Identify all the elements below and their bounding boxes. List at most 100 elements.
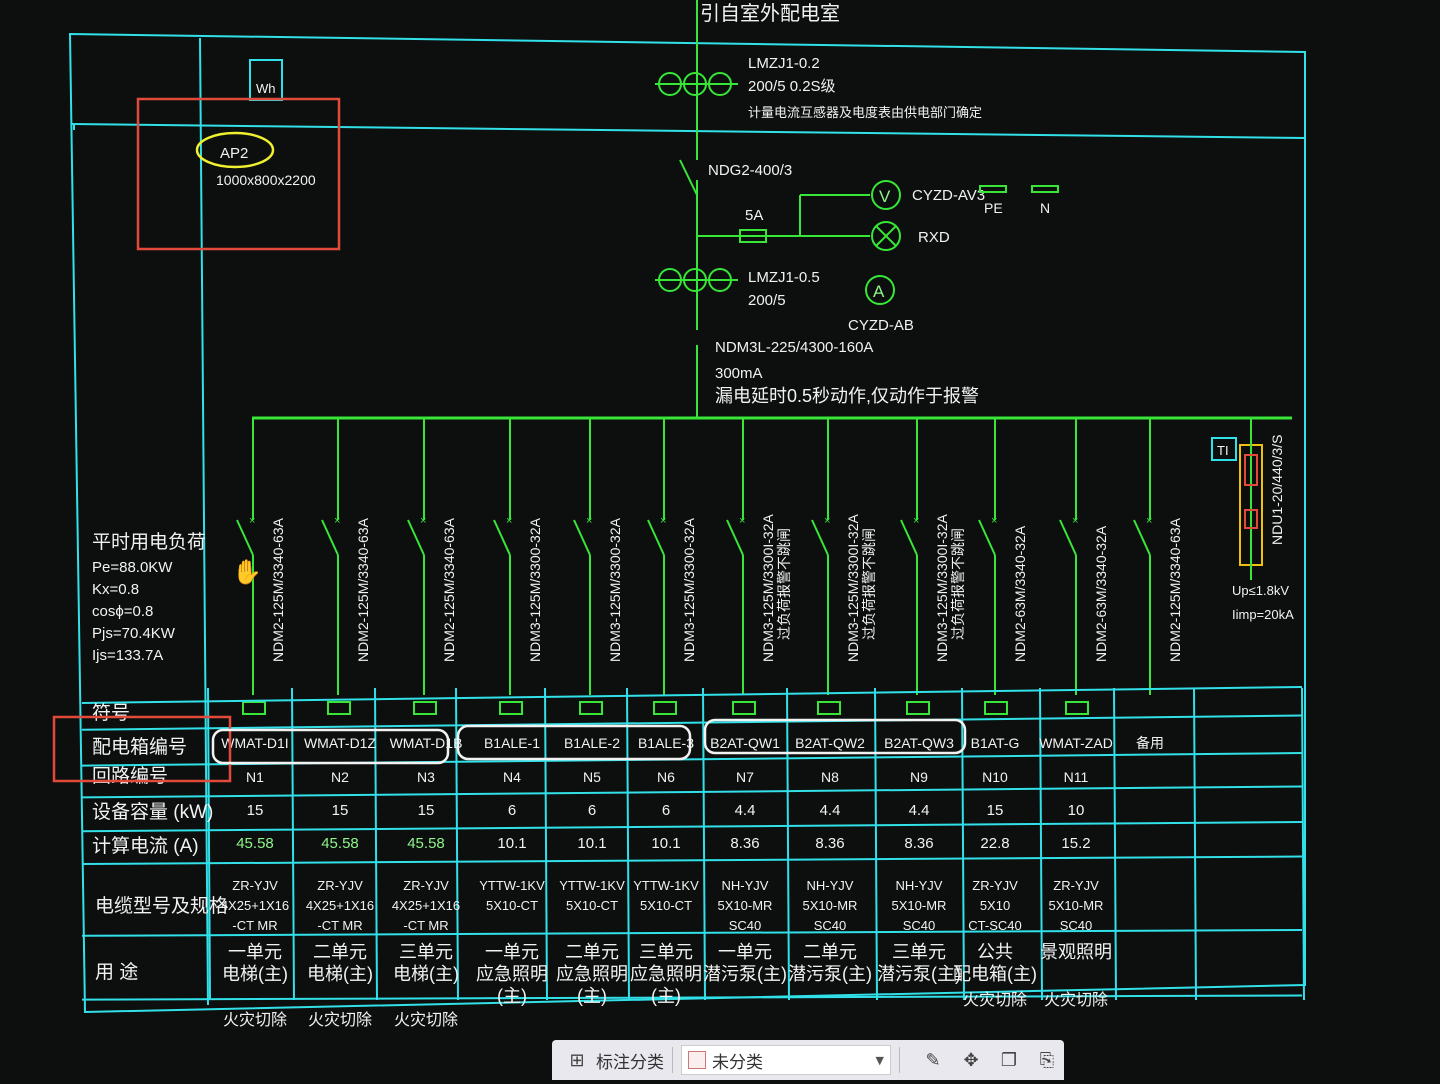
row-label-current: 计算电流 (A) bbox=[92, 835, 199, 857]
cell-use: (主) bbox=[577, 986, 607, 1006]
cell-use: 电梯(主) bbox=[307, 964, 373, 984]
cell-circuit-no: N6 bbox=[657, 769, 675, 785]
ct-bottom-rating: 200/5 bbox=[748, 292, 786, 309]
voltmeter-model: CYZD-AV3 bbox=[912, 187, 985, 204]
cell-use: 电梯(主) bbox=[222, 964, 288, 984]
move-icon[interactable]: ✥ bbox=[958, 1047, 984, 1073]
cell-circuit-no: N3 bbox=[417, 769, 435, 785]
branch-breaker-model: NDM3-125M/3300I-32A bbox=[760, 513, 776, 662]
branch-cross-mark: × bbox=[660, 515, 666, 527]
grid-icon[interactable]: ⊞ bbox=[564, 1047, 590, 1073]
cell-capacity: 15 bbox=[332, 802, 349, 819]
branch-symbol-box bbox=[984, 701, 1008, 715]
cell-note: 火灾切除 bbox=[963, 991, 1027, 1009]
cell-current: 8.36 bbox=[815, 835, 844, 852]
cell-capacity: 6 bbox=[588, 802, 596, 819]
cell-cable: 5X10-CT bbox=[566, 898, 618, 913]
cell-cable: ZR-YJV bbox=[232, 878, 278, 893]
cell-cable: 5X10-MR bbox=[718, 898, 773, 913]
cell-use: 配电箱(主) bbox=[953, 964, 1037, 984]
cell-current: 8.36 bbox=[730, 835, 759, 852]
branch-breaker-note: 过负荷报警不跳闸 bbox=[861, 528, 877, 640]
table-col-line bbox=[1113, 687, 1117, 1001]
voltmeter-symbol: V bbox=[871, 180, 901, 210]
cell-cable: YTTW-1KV bbox=[633, 878, 699, 893]
table-col-line bbox=[544, 687, 548, 1001]
svg-text:V: V bbox=[879, 187, 891, 206]
copy-icon[interactable]: ❐ bbox=[996, 1047, 1022, 1073]
toolbar-divider bbox=[899, 1047, 900, 1073]
cell-cable: YTTW-1KV bbox=[559, 878, 625, 893]
branch-symbol-box bbox=[1065, 701, 1089, 715]
cell-cable: NH-YJV bbox=[807, 878, 854, 893]
row-label-use: 用 途 bbox=[95, 961, 138, 983]
cell-use: 应急照明 bbox=[630, 964, 702, 984]
branch-breaker-model: NDM2-125M/3340-63A bbox=[270, 517, 286, 662]
cell-box-no: B1ALE-3 bbox=[638, 735, 694, 751]
branch-cross-mark: × bbox=[334, 515, 340, 527]
category-select[interactable]: 未分类 ▼ bbox=[681, 1045, 891, 1075]
branch-symbol-box bbox=[413, 701, 437, 715]
row-label-capacity: 设备容量 (kW) bbox=[92, 801, 213, 823]
paste-icon[interactable]: ⎘ bbox=[1034, 1047, 1060, 1073]
cell-circuit-no: N7 bbox=[736, 769, 754, 785]
cell-use: 一单元 bbox=[485, 942, 539, 962]
category-swatch bbox=[688, 1051, 706, 1069]
annotation-toolbar: ⊞ 标注分类 未分类 ▼ ✎ ✥ ❐ ⎘ bbox=[552, 1040, 1064, 1080]
cell-use: 三单元 bbox=[399, 942, 453, 962]
pe-n-terminals bbox=[979, 185, 1059, 193]
cell-cable: 4X25+1X16 bbox=[306, 898, 374, 913]
cell-cable: 4X25+1X16 bbox=[221, 898, 289, 913]
ammeter-model: CYZD-AB bbox=[848, 317, 914, 334]
table-cells: WMAT-D1I N1 15 45.58 ZR-YJV 4X25+1X16 -CT MR 一单… bbox=[221, 735, 1164, 1029]
cell-cable: SC40 bbox=[729, 918, 762, 933]
branch-cross-mark: × bbox=[739, 515, 745, 527]
cell-cable: YTTW-1KV bbox=[479, 878, 545, 893]
cell-use: 电梯(主) bbox=[393, 964, 459, 984]
load-kx: Kx=0.8 bbox=[92, 581, 139, 598]
branch-cross-mark: × bbox=[824, 515, 830, 527]
cell-cable: ZR-YJV bbox=[317, 878, 363, 893]
cell-use: 二单元 bbox=[803, 942, 857, 962]
cell-box-no: B2AT-QW2 bbox=[795, 735, 865, 751]
source-label: 引自室外配电室 bbox=[700, 2, 840, 25]
branch-symbol-box bbox=[327, 701, 351, 715]
cell-cable: 5X10-MR bbox=[892, 898, 947, 913]
cell-box-no: B1AT-G bbox=[971, 735, 1020, 751]
branch-circuits: × NDM2-125M/3340-63A × NDM2-125M/3340-63A × N… bbox=[236, 418, 1183, 715]
cell-circuit-no: N11 bbox=[1064, 769, 1089, 785]
load-ijs: Ijs=133.7A bbox=[92, 647, 163, 664]
edit-icon[interactable]: ✎ bbox=[920, 1047, 946, 1073]
cell-capacity: 4.4 bbox=[909, 802, 930, 819]
cell-current: 10.1 bbox=[577, 835, 606, 852]
branch-breaker-model: NDM2-125M/3340-63A bbox=[355, 517, 371, 662]
cell-circuit-no: N9 bbox=[910, 769, 928, 785]
svg-text:Wh: Wh bbox=[256, 81, 276, 96]
cell-use: 潜污泵(主) bbox=[877, 964, 961, 984]
cell-cable: ZR-YJV bbox=[403, 878, 449, 893]
branch-symbol-box bbox=[579, 701, 603, 715]
ct-top-note: 计量电流互感器及电度表由供电部门确定 bbox=[748, 105, 982, 120]
leak-current: 300mA bbox=[715, 365, 763, 382]
cell-current: 10.1 bbox=[651, 835, 680, 852]
branch-breaker-note: 过负荷报警不跳闸 bbox=[950, 528, 966, 640]
ct-top-model: LMZJ1-0.2 bbox=[748, 55, 820, 72]
cell-cable: -CT MR bbox=[232, 918, 277, 933]
switch-model: NDG2-400/3 bbox=[708, 162, 792, 179]
schematic-drawing: 引自室外配电室 Wh LMZJ1-0.2 200/5 0.2S级 计量电流互感器… bbox=[52, 0, 1306, 1029]
cell-box-no: B2AT-QW3 bbox=[884, 735, 954, 751]
branch-breaker-model: NDM3-125M/3300-32A bbox=[681, 517, 697, 662]
n-label: N bbox=[1040, 200, 1050, 216]
row-label-cable: 电缆型号及规格 bbox=[95, 895, 228, 917]
ct-top-rating: 200/5 0.2S级 bbox=[748, 78, 836, 95]
branch-cross-mark: × bbox=[913, 515, 919, 527]
cell-cable: SC40 bbox=[903, 918, 936, 933]
table-row-line bbox=[81, 686, 1303, 704]
table-col-line bbox=[1193, 687, 1197, 1001]
cell-cable: 5X10-MR bbox=[803, 898, 858, 913]
cell-capacity: 6 bbox=[508, 802, 516, 819]
branch-breaker-model: NDM2-63M/3340-32A bbox=[1093, 525, 1109, 662]
row-label-circuit-no: 回路编号 bbox=[92, 765, 168, 787]
cell-cable: CT-SC40 bbox=[968, 918, 1021, 933]
cell-use: 三单元 bbox=[892, 942, 946, 962]
